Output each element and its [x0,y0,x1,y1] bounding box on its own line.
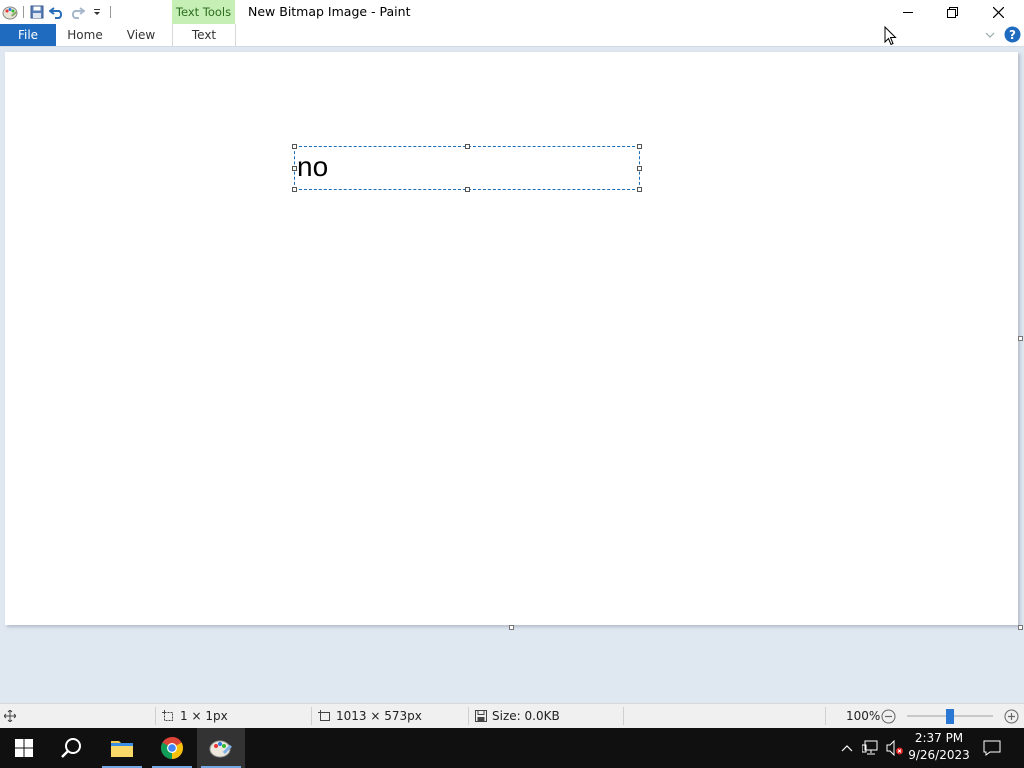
chrome-icon [161,737,183,759]
qat-separator [23,6,24,18]
status-separator [155,707,156,725]
tab-home[interactable]: Home [60,24,110,46]
zoom-out-icon [881,709,896,723]
clock-time: 2:37 PM [914,731,964,745]
taskbar-clock[interactable]: 2:37 PM 9/26/2023 [906,730,972,764]
image-size-icon [318,704,331,728]
canvas[interactable]: no [5,52,1023,630]
help-icon: ? [1004,26,1021,43]
paint-app-icon[interactable] [0,2,20,22]
minimize-button[interactable] [885,0,930,24]
undo-icon[interactable] [47,2,67,22]
text-box-handle[interactable] [292,187,297,192]
chevron-down-icon [985,32,995,38]
zoom-level-text: 100% [846,709,881,723]
save-icon[interactable] [27,2,47,22]
taskbar: 2:37 PM 9/26/2023 [0,728,1024,768]
mouse-cursor-icon [884,25,897,49]
file-size-icon [475,704,487,728]
canvas-resize-handle-right[interactable] [1018,336,1023,341]
redo-icon[interactable] [67,2,87,22]
text-box-handle[interactable] [637,187,642,192]
title-bar: Text Tools New Bitmap Image - Paint [0,0,1024,24]
zoom-in-icon [1004,709,1019,723]
windows-start-icon [15,739,33,757]
taskbar-paint[interactable] [197,728,245,768]
file-size-text: Size: 0.0KB [492,709,560,723]
action-center-button[interactable] [978,728,1006,768]
show-hidden-icons-button[interactable] [838,728,856,768]
taskbar-file-explorer[interactable] [98,728,146,768]
taskbar-search-button[interactable] [48,728,96,768]
zoom-in-button[interactable] [1004,704,1019,728]
text-box-content[interactable]: no [297,153,328,181]
canvas-resize-handle-bottom[interactable] [509,625,514,630]
selection-size-text: 1 × 1px [180,709,228,723]
network-icon [862,740,878,755]
restore-button[interactable] [930,0,975,24]
workspace[interactable]: no [0,47,1024,703]
status-separator [825,707,826,725]
zoom-slider-thumb[interactable] [946,709,954,724]
close-button[interactable] [976,0,1021,24]
restore-icon [947,6,958,18]
taskbar-chrome[interactable] [148,728,196,768]
zoom-out-button[interactable] [881,704,896,728]
qat-separator [110,6,111,18]
status-separator [623,707,624,725]
paint-icon [209,740,232,758]
volume-muted-icon [886,740,903,756]
text-box-handle[interactable] [465,144,470,149]
canvas-resize-handle-corner[interactable] [1018,625,1023,630]
customize-qat-icon[interactable] [87,2,107,22]
chevron-up-icon [841,745,853,752]
text-box-handle[interactable] [292,166,297,171]
text-box[interactable]: no [292,144,642,192]
tab-text[interactable]: Text [172,24,236,46]
status-separator [468,707,469,725]
clock-date: 9/26/2023 [908,748,970,762]
start-button[interactable] [0,728,48,768]
window-title: New Bitmap Image - Paint [248,4,411,19]
volume-tray-button[interactable] [884,728,906,768]
notification-icon [983,740,1001,756]
minimize-ribbon-button[interactable] [984,29,998,41]
quick-access-toolbar [0,2,114,22]
status-separator [311,707,312,725]
close-icon [993,6,1004,18]
selection-size-icon [162,704,175,728]
svg-text:?: ? [1009,28,1016,42]
text-box-handle[interactable] [465,187,470,192]
network-tray-button[interactable] [860,728,882,768]
cursor-position-icon [4,704,16,728]
text-box-handle[interactable] [292,144,297,149]
text-box-handle[interactable] [637,166,642,171]
search-icon [61,738,81,758]
minimize-icon [902,12,913,13]
status-bar: 1 × 1px 1013 × 573px Size: 0.0KB 100% [0,703,1024,728]
help-button[interactable]: ? [1004,26,1021,43]
tab-file[interactable]: File [0,24,56,46]
ribbon-tabs: File Home View Text ? [0,24,1024,46]
file-explorer-icon [111,741,133,757]
text-tools-contextual-group: Text Tools [172,0,235,24]
tab-view[interactable]: View [118,24,164,46]
text-box-handle[interactable] [637,144,642,149]
image-size-text: 1013 × 573px [336,709,422,723]
